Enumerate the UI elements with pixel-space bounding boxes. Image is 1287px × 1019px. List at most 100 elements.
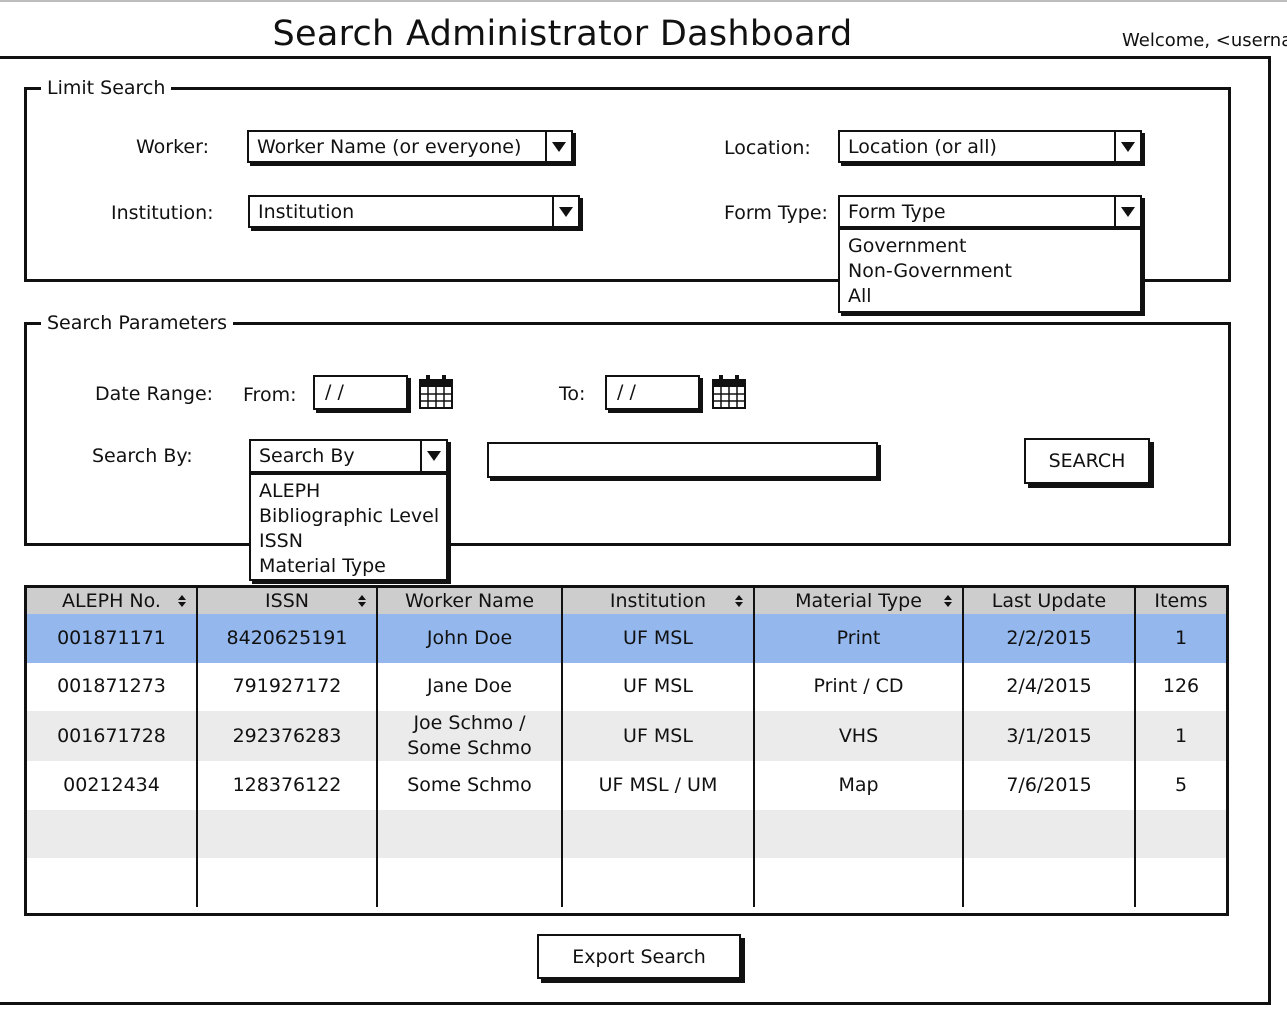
calendar-icon[interactable] [711,374,747,410]
search-by-option[interactable]: ISSN [259,529,438,554]
table-cell: UF MSL / UM [562,761,755,810]
table-cell [197,858,378,907]
chevron-down-icon[interactable] [545,132,571,161]
search-by-option[interactable]: ALEPH [259,479,438,504]
table-row[interactable]: 001871273 791927172 Jane Doe UF MSL Prin… [27,662,1226,711]
table-cell: Print [754,614,964,663]
search-by-select[interactable]: Search By [249,439,448,473]
to-label: To: [559,383,586,405]
column-header-issn[interactable]: ISSN [197,588,378,614]
table-cell: UF MSL [562,711,755,761]
chevron-down-icon[interactable] [552,197,578,226]
location-select[interactable]: Location (or all) [838,130,1142,163]
date-range-label: Date Range: [95,383,214,405]
table-cell: Jane Doe [377,662,563,711]
institution-select[interactable]: Institution [248,195,580,228]
table-cell: VHS [754,711,964,761]
search-by-options: ALEPH Bibliographic Level ISSN Material … [249,473,448,581]
search-button[interactable]: SEARCH [1024,438,1150,484]
sort-icon[interactable] [735,595,743,607]
institution-select-value: Institution [258,200,355,223]
column-header-label: Last Update [991,590,1107,612]
column-header-aleph[interactable]: ALEPH No. [27,588,198,614]
table-cell [1135,858,1226,907]
search-by-option[interactable]: Bibliographic Level [259,504,439,529]
form-type-option[interactable]: Government [848,234,1132,259]
page-title: Search Administrator Dashboard [272,14,853,54]
to-date-input[interactable]: / / [605,375,700,410]
table-cell: 791927172 [197,662,378,711]
search-by-option[interactable]: Material Type [259,554,438,579]
sort-icon[interactable] [178,595,186,607]
table-cell: 5 [1174,773,1188,796]
column-header-label: ISSN [265,590,309,612]
table-cell: 8420625191 [197,614,378,663]
table-cell [197,809,378,858]
table-cell: 1 [1135,614,1226,663]
form-type-option[interactable]: All [848,284,1132,309]
chevron-down-icon[interactable] [420,441,446,471]
table-cell: 3/1/2015 [963,711,1136,761]
top-rule [0,0,1287,2]
search-parameters-group: Search Parameters [24,312,1231,546]
table-row[interactable]: 001671728 292376283 Joe Schmo / Some Sch… [27,711,1226,761]
table-cell: Some Schmo [377,761,563,810]
column-header-last-update[interactable]: Last Update [963,588,1136,614]
search-text-input[interactable] [487,442,878,478]
chevron-down-icon[interactable] [1114,132,1140,161]
table-row[interactable]: 001871171 8420625191 John Doe UF MSL Pri… [27,614,1226,663]
worker-select[interactable]: Worker Name (or everyone) [247,130,573,163]
from-label: From: [243,384,297,406]
table-cell [562,809,755,858]
worker-select-value: Worker Name (or everyone) [257,135,522,158]
table-cell [562,858,755,907]
table-cell: 126 [1162,675,1200,698]
table-cell: 1 [1135,711,1226,761]
worker-label: Worker: [136,136,210,158]
table-cell: 7/6/2015 [963,761,1136,810]
form-type-options: Government Non-Government All [838,228,1142,313]
table-cell [377,809,563,858]
table-cell: Joe Schmo / Some Schmo [377,711,563,761]
table-header-row: ALEPH No. ISSN Worker Name Institution M… [27,588,1226,614]
table-cell: 001671728 [27,711,198,761]
table-cell: 292376283 [197,711,378,761]
calendar-icon[interactable] [418,374,454,410]
table-cell: UF MSL [562,662,755,711]
form-type-select[interactable]: Form Type [838,195,1142,228]
column-header-label: ALEPH No. [62,590,161,612]
results-grid: ALEPH No. ISSN Worker Name Institution M… [27,588,1226,907]
column-header-worker-name[interactable]: Worker Name [377,588,563,614]
table-cell [1135,809,1226,858]
location-select-value: Location (or all) [848,135,997,158]
table-cell: 2/2/2015 [963,614,1136,663]
table-cell [963,809,1136,858]
form-type-select-value: Form Type [848,200,946,223]
table-cell: John Doe [377,614,563,663]
empty-table-row [27,809,1226,858]
chevron-down-icon[interactable] [1114,197,1140,226]
column-header-label: Items [1154,590,1208,612]
from-date-input[interactable]: / / [313,375,408,410]
results-table: ALEPH No. ISSN Worker Name Institution M… [24,585,1229,916]
institution-label: Institution: [111,202,214,224]
column-header-label: Institution [609,590,707,612]
column-header-institution[interactable]: Institution [562,588,755,614]
column-header-material-type[interactable]: Material Type [754,588,964,614]
export-search-button[interactable]: Export Search [537,934,741,979]
sort-icon[interactable] [944,595,952,607]
column-header-label: Worker Name [404,590,535,612]
location-label: Location: [724,137,811,159]
sort-icon[interactable] [358,595,366,607]
form-type-label: Form Type: [724,202,828,224]
table-cell [754,809,964,858]
empty-table-row [27,858,1226,907]
welcome-text: Welcome, <userna [1122,30,1287,51]
table-row[interactable]: 00212434 128376122 Some Schmo UF MSL / U… [27,761,1226,810]
search-parameters-legend: Search Parameters [47,312,228,334]
column-header-label: Material Type [795,590,922,612]
table-cell: 128376122 [197,761,378,810]
form-type-option[interactable]: Non-Government [848,259,1132,284]
search-by-select-value: Search By [259,445,355,467]
column-header-items[interactable]: Items [1135,588,1226,614]
